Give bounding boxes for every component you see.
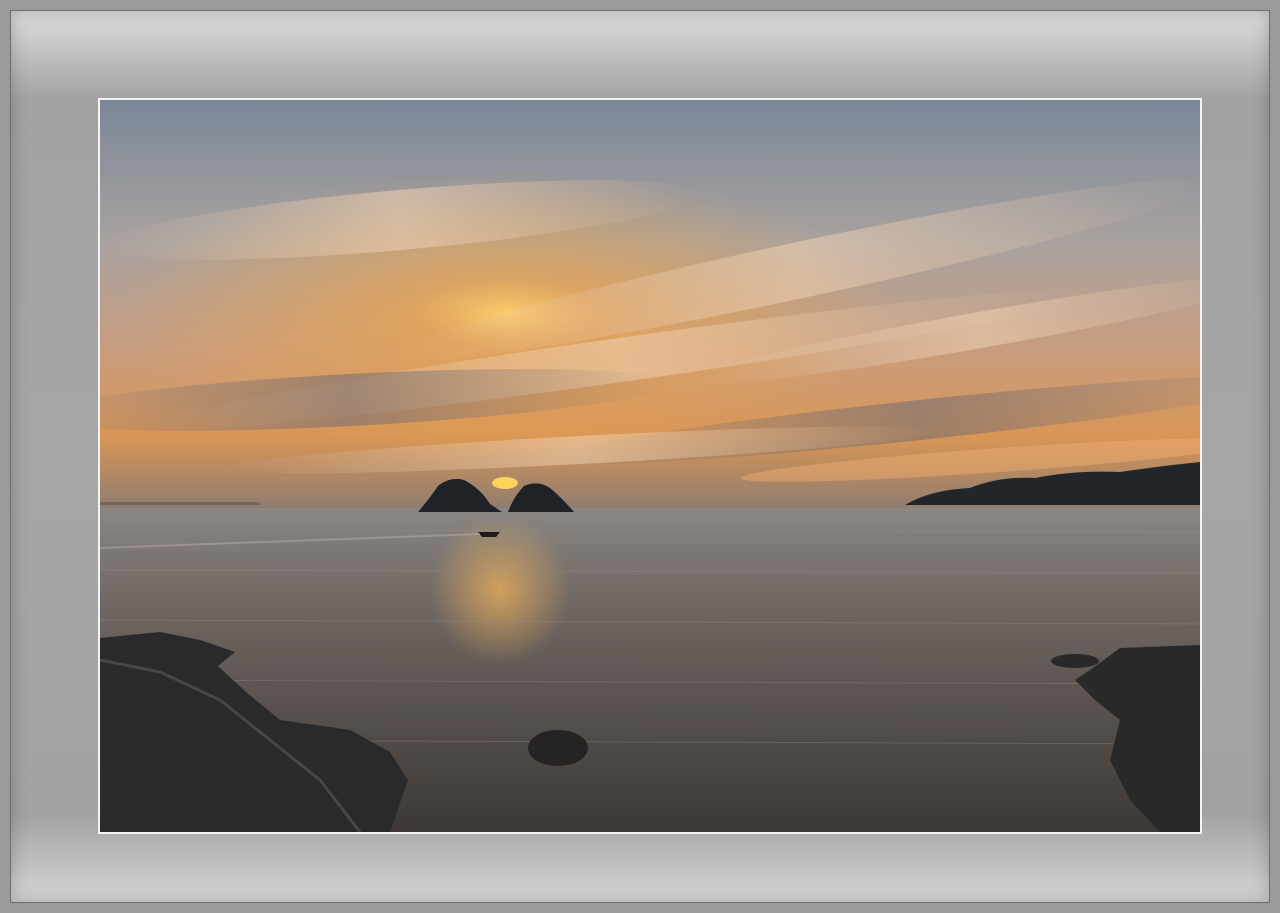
- sunset-photo: [98, 98, 1202, 834]
- gray-mat-frame: [0, 0, 1280, 913]
- sun-reflection: [430, 515, 570, 665]
- sun: [492, 477, 518, 489]
- small-rock: [1051, 654, 1099, 668]
- center-rock: [528, 730, 588, 766]
- sunset-image: [100, 100, 1200, 832]
- far-shore: [100, 502, 260, 505]
